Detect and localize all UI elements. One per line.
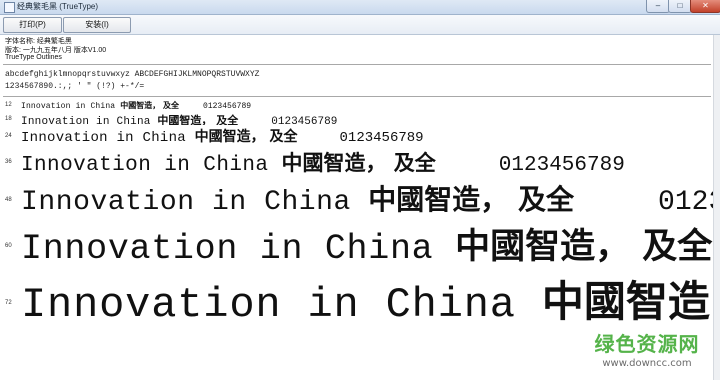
sample-cjk: 中國智造， 及全 — [455, 227, 713, 264]
title-bar: 经典繁毛黑 (TrueType) – □ ✕ — [0, 0, 720, 15]
sample-cjk: 中國智造， 及全 — [120, 101, 180, 110]
divider — [3, 96, 711, 97]
minimize-button[interactable]: – — [646, 0, 670, 13]
sample-row-60: 60 Innovation in China 中國智造， 及全 01234567… — [0, 216, 713, 264]
sample-latin: Innovation in China — [21, 229, 456, 264]
sample-latin: Innovation in China — [21, 130, 195, 143]
size-label: 60 — [5, 243, 12, 249]
close-button[interactable]: ✕ — [690, 0, 720, 13]
sample-row-24: 24 Innovation in China 中國智造， 及全 01234567… — [0, 125, 713, 143]
window-title: 经典繁毛黑 (TrueType) — [17, 2, 99, 11]
charset-letters: abcdefghijklmnopqrstuvwxyz ABCDEFGHIJKLM… — [5, 70, 260, 79]
vertical-scrollbar[interactable] — [713, 35, 720, 380]
sample-text: Innovation in China 中國智造， 及全 0123456789 — [21, 178, 713, 214]
watermark-url: www.downcc.com — [602, 358, 692, 369]
size-label: 36 — [5, 159, 12, 165]
sample-cjk: 中國智造， 及全 — [368, 183, 575, 214]
sample-cjk: 中國智造， — [541, 277, 713, 324]
sample-cjk: 中國智造， 及全 — [194, 129, 298, 143]
sample-text: Innovation in China 中國智造， — [21, 268, 713, 324]
sample-latin: Innovation in China — [21, 154, 282, 173]
size-label: 18 — [5, 116, 12, 122]
sample-digits: 0123456789 — [271, 116, 338, 125]
sample-text: Innovation in China 中國智造， 及全 0123456789 — [21, 218, 713, 264]
sample-row-36: 36 Innovation in China 中國智造， 及全 01234567… — [0, 145, 713, 173]
sample-digits: 0123456789 — [339, 130, 424, 143]
size-label: 72 — [5, 300, 12, 306]
charset-symbols: 1234567890.:,; ' " (!?) +-*/= — [5, 82, 145, 91]
font-file-icon — [4, 2, 15, 13]
divider — [3, 64, 711, 65]
sample-digits: 0123456789 — [658, 187, 713, 214]
sample-latin: Innovation in China — [21, 187, 369, 214]
sample-cjk: 中國智造， 及全 — [281, 151, 436, 173]
sample-text: Innovation in China 中國智造， 及全 0123456789 — [21, 112, 337, 125]
maximize-button[interactable]: □ — [668, 0, 692, 13]
sample-row-48: 48 Innovation in China 中國智造， 及全 01234567… — [0, 176, 713, 214]
size-label: 12 — [5, 102, 12, 108]
sample-digits: 0123456789 — [203, 102, 252, 110]
sample-latin: Innovation in China — [21, 102, 121, 110]
watermark: 绿色资源网 www.downcc.com — [582, 328, 712, 369]
sample-digits: 0123456789 — [498, 154, 625, 173]
sample-text: Innovation in China 中國智造， 及全 0123456789 — [21, 147, 625, 173]
sample-latin: Innovation in China — [21, 116, 158, 125]
sample-row-72: 72 Innovation in China 中國智造， — [0, 266, 713, 324]
sample-row-12: 12 Innovation in China 中國智造， 及全 01234567… — [0, 99, 713, 110]
sample-text: Innovation in China 中國智造， 及全 0123456789 — [21, 100, 251, 110]
size-label: 48 — [5, 197, 12, 203]
sample-row-18: 18 Innovation in China 中國智造， 及全 01234567… — [0, 111, 713, 125]
print-button[interactable]: 打印(P) — [3, 17, 62, 33]
install-button[interactable]: 安装(I) — [63, 17, 131, 33]
toolbar: 打印(P) 安装(I) — [0, 15, 720, 35]
sample-latin: Innovation in China — [21, 281, 542, 324]
font-type-line: TrueType Outlines — [5, 54, 62, 61]
size-label: 24 — [5, 133, 12, 139]
sample-cjk: 中國智造， 及全 — [157, 114, 239, 125]
sample-text: Innovation in China 中國智造， 及全 0123456789 — [21, 126, 424, 143]
watermark-brand: 绿色资源网 — [594, 332, 700, 356]
